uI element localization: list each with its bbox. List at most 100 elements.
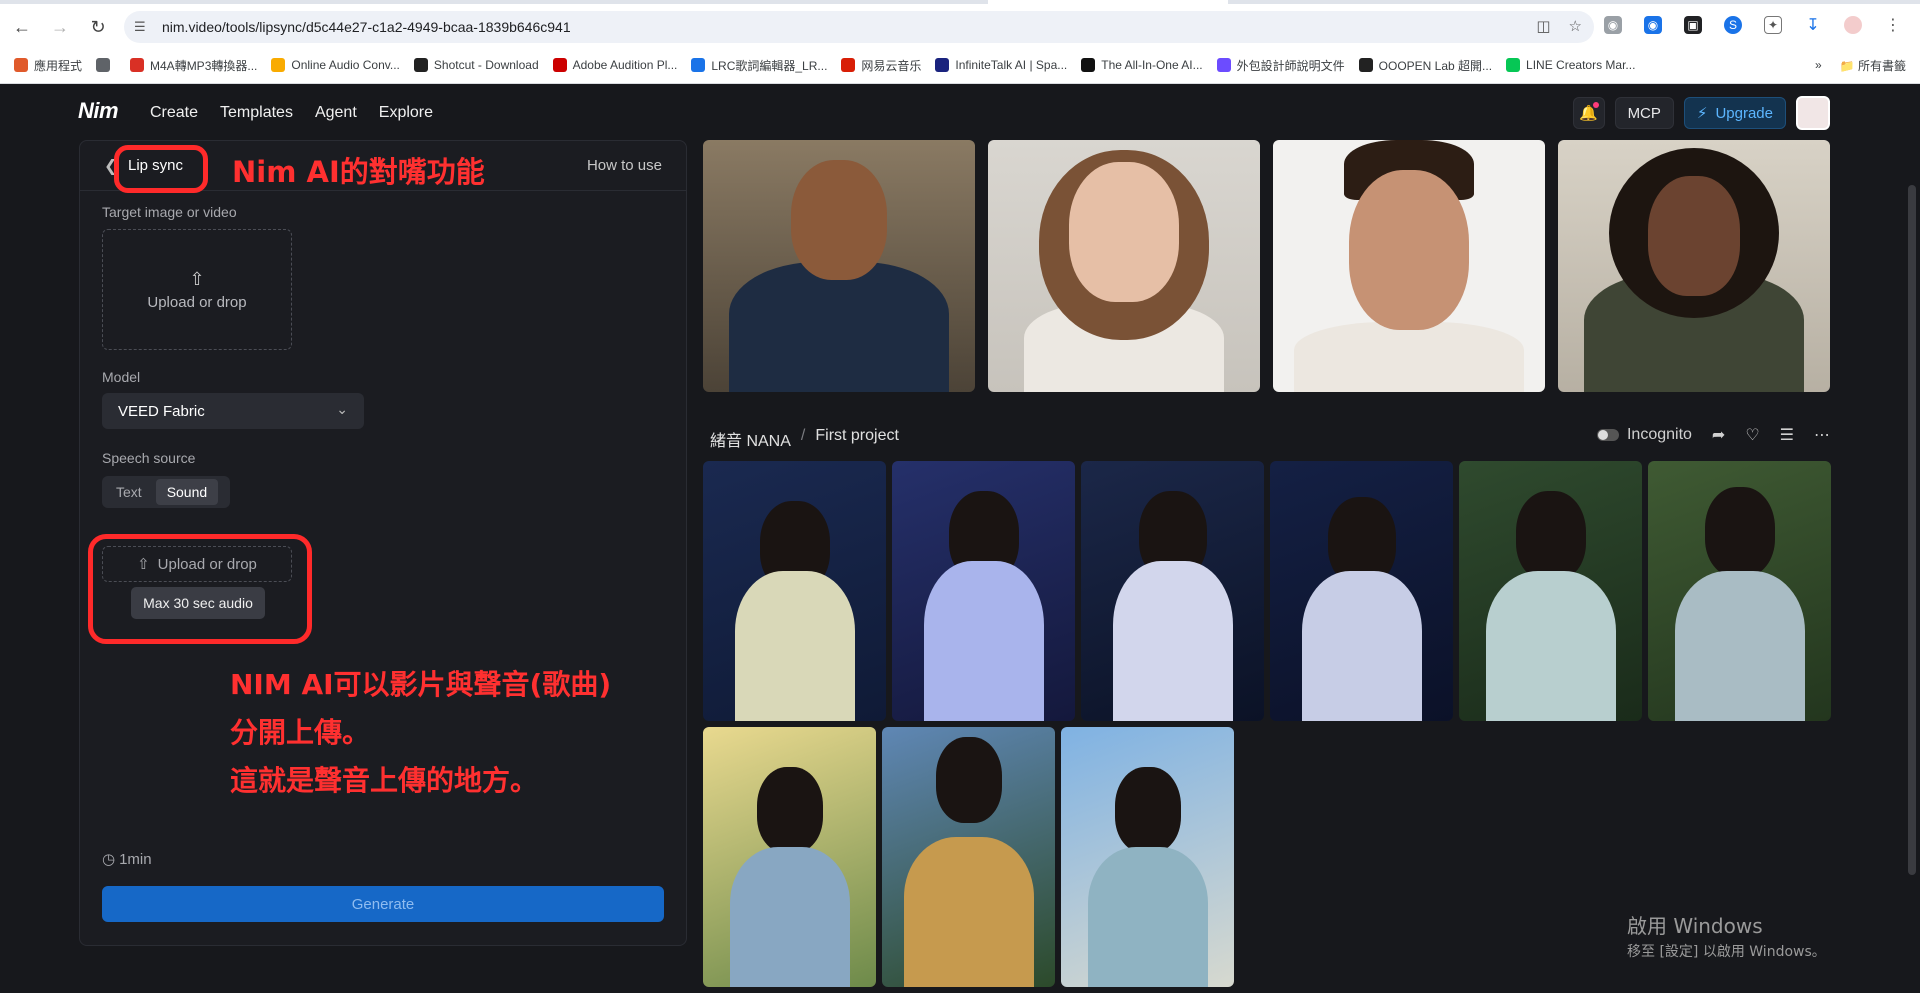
install-app-icon[interactable]: ◫	[1536, 17, 1550, 35]
all-bookmarks-folder[interactable]: 📁 所有書籤	[1840, 57, 1906, 74]
user-avatar[interactable]	[1796, 96, 1830, 130]
speech-option-sound[interactable]: Sound	[155, 479, 219, 505]
puzzle-extensions-icon[interactable]: ✦	[1764, 16, 1782, 34]
template-thumbnail-1[interactable]	[703, 140, 975, 392]
bookmark-item[interactable]: LRC歌詞編輯器_LR...	[691, 57, 827, 74]
shazam-extension-icon[interactable]: S	[1724, 16, 1742, 34]
browser-chrome: ← → ↻ ☰ nim.video/tools/lipsync/d5c44e27…	[0, 0, 1920, 84]
speech-source-label: Speech source	[102, 450, 196, 466]
watermark-line-1: 啟用 Windows	[1627, 914, 1763, 938]
nav-templates[interactable]: Templates	[220, 104, 293, 122]
sound-upload-dropzone[interactable]: ⇧ Upload or drop	[102, 546, 292, 582]
bookmarks-bar: 應用程式 M4A轉MP3轉換器... Online Audio Conv... Sho…	[0, 50, 1920, 80]
gallery-image[interactable]	[703, 727, 876, 987]
gallery-dress	[1674, 571, 1805, 721]
screenshot-extension-icon[interactable]: ◉	[1644, 16, 1662, 34]
gallery-image[interactable]	[1270, 461, 1453, 721]
generate-button[interactable]: Generate	[102, 886, 664, 922]
breadcrumb-owner[interactable]: 緒音 NANA	[710, 427, 791, 451]
bookmark-item[interactable]: 外包設計師說明文件	[1216, 57, 1345, 74]
nav-explore[interactable]: Explore	[379, 104, 433, 122]
gallery-dress	[729, 847, 850, 987]
bookmark-label: 外包設計師說明文件	[1236, 58, 1345, 73]
breadcrumb-project[interactable]: First project	[815, 427, 899, 451]
upgrade-button[interactable]: ⚡ Upgrade	[1683, 97, 1786, 129]
audio-limit-tooltip: Max 30 sec audio	[131, 587, 265, 619]
reload-icon[interactable]: ↻	[82, 11, 114, 43]
header-actions: 🔔 MCP ⚡ Upgrade	[1572, 96, 1830, 130]
gallery-image[interactable]	[703, 461, 886, 721]
url-text[interactable]: nim.video/tools/lipsync/d5c44e27-c1a2-49…	[162, 19, 571, 35]
profile-avatar[interactable]	[1844, 16, 1862, 34]
bookmark-item[interactable]: InfiniteTalk AI | Spa...	[935, 58, 1067, 72]
portrait-figure	[1294, 322, 1524, 392]
toggle-switch[interactable]	[1596, 428, 1619, 441]
how-to-use-link[interactable]: How to use	[587, 157, 662, 174]
model-select[interactable]: VEED Fabric ⌄	[102, 393, 364, 429]
clock-icon: ◷	[102, 851, 116, 868]
gallery-image[interactable]	[1061, 727, 1234, 987]
gallery-image[interactable]	[1459, 461, 1642, 721]
extensions-row: ◉ ◉ ▣ S ✦ ↧ ⋮	[1604, 16, 1902, 34]
gallery-image[interactable]	[892, 461, 1075, 721]
speech-option-text[interactable]: Text	[105, 479, 153, 505]
gallery-image[interactable]	[1081, 461, 1264, 721]
notification-button[interactable]: 🔔	[1572, 97, 1605, 129]
bookmark-item[interactable]: Online Audio Conv...	[271, 58, 400, 72]
bookmark-item[interactable]	[96, 58, 116, 72]
duration-indicator: ◷ 1min	[102, 850, 152, 869]
mcp-button[interactable]: MCP	[1614, 97, 1674, 129]
windows-activation-watermark: 啟用 Windows 移至 [設定] 以啟用 Windows。	[1627, 910, 1826, 961]
heart-icon[interactable]: ♡	[1745, 425, 1759, 445]
bookmark-item[interactable]: LINE Creators Mar...	[1506, 58, 1635, 72]
bookmark-item[interactable]: 网易云音乐	[841, 57, 921, 74]
page-scrollbar[interactable]	[1908, 185, 1916, 875]
template-thumbnail-3[interactable]	[1273, 140, 1545, 392]
gallery-guitar	[903, 837, 1034, 987]
camera-extension-icon[interactable]: ◉	[1604, 16, 1622, 34]
incognito-toggle[interactable]: Incognito	[1596, 426, 1692, 444]
bookmark-item[interactable]: M4A轉MP3轉換器...	[130, 57, 257, 74]
more-icon[interactable]: ⋯	[1814, 425, 1830, 445]
share-icon[interactable]: ➦	[1712, 425, 1725, 445]
gallery-image[interactable]	[882, 727, 1055, 987]
template-thumbnail-4[interactable]	[1558, 140, 1830, 392]
main-nav: Create Templates Agent Explore	[150, 104, 433, 122]
nav-create[interactable]: Create	[150, 104, 198, 122]
gallery-image[interactable]	[1648, 461, 1831, 721]
portrait-figure	[729, 262, 949, 392]
bookmark-item[interactable]: Adobe Audition Pl...	[552, 58, 677, 72]
download-icon[interactable]: ↧	[1804, 16, 1822, 34]
breadcrumb: 緒音 NANA / First project	[710, 427, 899, 451]
gallery-dress	[1301, 571, 1422, 721]
extension-icon[interactable]: ▣	[1684, 16, 1702, 34]
bookmark-favicon-icon	[1081, 58, 1096, 72]
chevron-down-icon: ⌄	[336, 401, 348, 417]
forward-arrow-icon[interactable]: →	[44, 11, 76, 43]
bookmark-star-icon[interactable]: ☆	[1569, 17, 1582, 35]
gallery-hair	[1114, 767, 1181, 853]
gallery-hair	[1515, 491, 1586, 581]
nav-agent[interactable]: Agent	[315, 104, 357, 122]
target-label: Target image or video	[102, 204, 237, 220]
gallery-dress	[734, 571, 855, 721]
bookmark-item[interactable]: Shotcut - Download	[413, 58, 539, 72]
bookmark-item[interactable]: 應用程式	[14, 57, 82, 74]
address-bar[interactable]: ☰ nim.video/tools/lipsync/d5c44e27-c1a2-…	[124, 11, 1594, 43]
filter-icon[interactable]: ☰	[1780, 425, 1794, 445]
upload-icon: ⇧	[189, 268, 205, 289]
target-upload-dropzone[interactable]: ⇧ Upload or drop	[102, 229, 292, 350]
chevron-double-right-icon[interactable]: »	[1815, 58, 1822, 72]
site-info-icon[interactable]: ☰	[134, 19, 154, 35]
gallery-dress	[1087, 847, 1208, 987]
template-thumbnail-2[interactable]	[988, 140, 1260, 392]
bookmark-favicon-icon	[691, 58, 706, 72]
speech-source-toggle: Text Sound	[102, 476, 230, 508]
menu-kebab-icon[interactable]: ⋮	[1884, 16, 1902, 34]
bookmark-item[interactable]: OOOPEN Lab 超開...	[1358, 57, 1492, 74]
active-tab[interactable]	[988, 0, 1228, 4]
bookmark-item[interactable]: The All-In-One AI...	[1081, 58, 1203, 72]
back-arrow-icon[interactable]: ←	[6, 11, 38, 43]
navigation-row: ← → ↻ ☰ nim.video/tools/lipsync/d5c44e27…	[0, 8, 1920, 46]
nim-logo[interactable]: Nim	[78, 98, 119, 124]
